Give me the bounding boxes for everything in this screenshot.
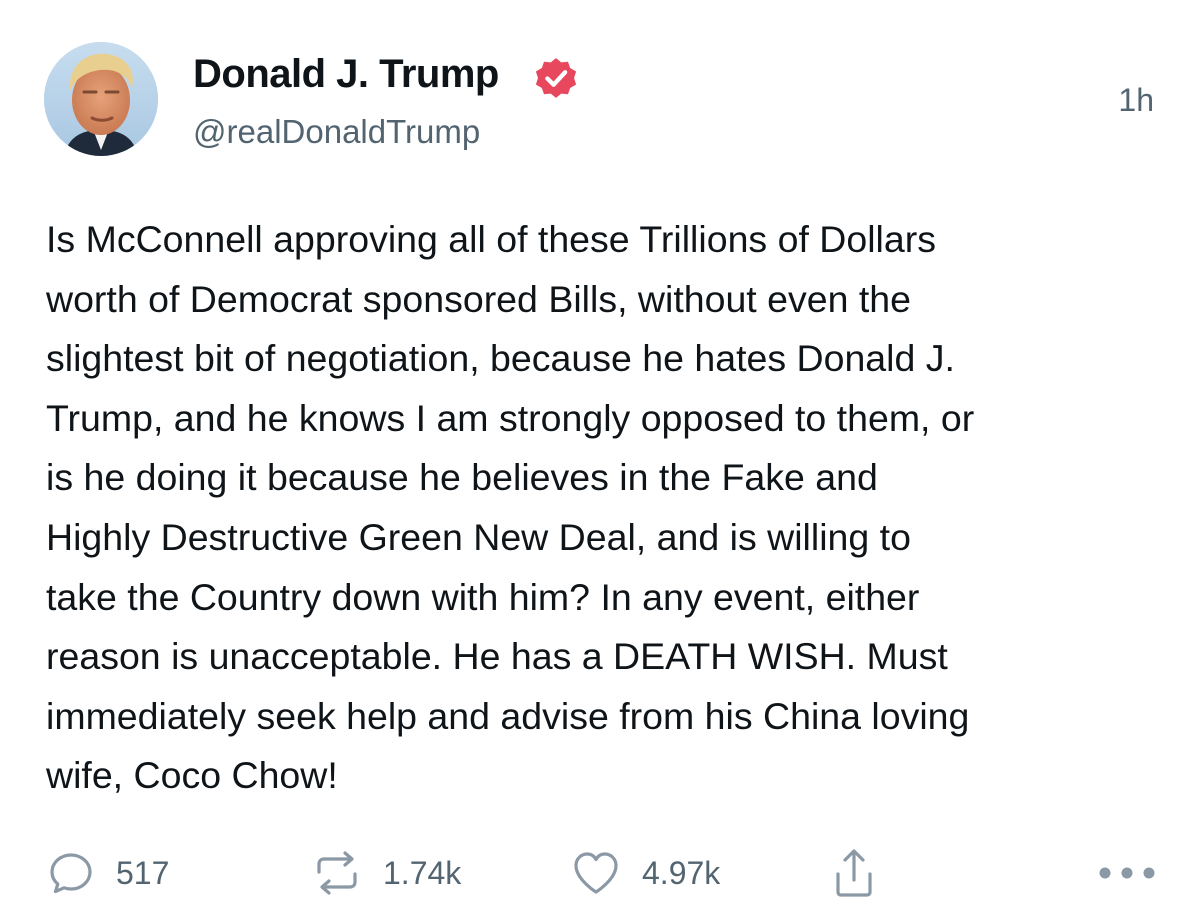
reply-button[interactable]: 517 xyxy=(48,845,169,901)
repost-icon xyxy=(317,851,357,895)
reply-icon xyxy=(50,853,92,894)
verified-badge-icon xyxy=(535,58,577,98)
share-icon xyxy=(836,849,872,897)
like-button[interactable]: 4.97k xyxy=(572,845,720,901)
more-button[interactable] xyxy=(1098,845,1156,901)
display-name[interactable]: Donald J. Trump xyxy=(193,52,499,97)
share-button[interactable] xyxy=(832,845,876,901)
avatar[interactable] xyxy=(44,42,158,156)
action-bar: 517 1.74k 4.97k xyxy=(0,845,1200,901)
post-text: Is McConnell approving all of these Tril… xyxy=(46,218,975,797)
like-count: 4.97k xyxy=(642,854,721,891)
avatar-photo xyxy=(44,42,158,156)
more-icon xyxy=(1099,867,1155,879)
handle[interactable]: @realDonaldTrump xyxy=(193,113,480,151)
heart-icon xyxy=(574,852,618,894)
repost-button[interactable]: 1.74k xyxy=(313,845,461,901)
post-card: Donald J. Trump @realDonaldTrump 1h Is M… xyxy=(0,0,1200,924)
reply-count: 517 xyxy=(116,854,170,891)
timestamp[interactable]: 1h xyxy=(1118,82,1154,119)
repost-count: 1.74k xyxy=(383,854,462,891)
